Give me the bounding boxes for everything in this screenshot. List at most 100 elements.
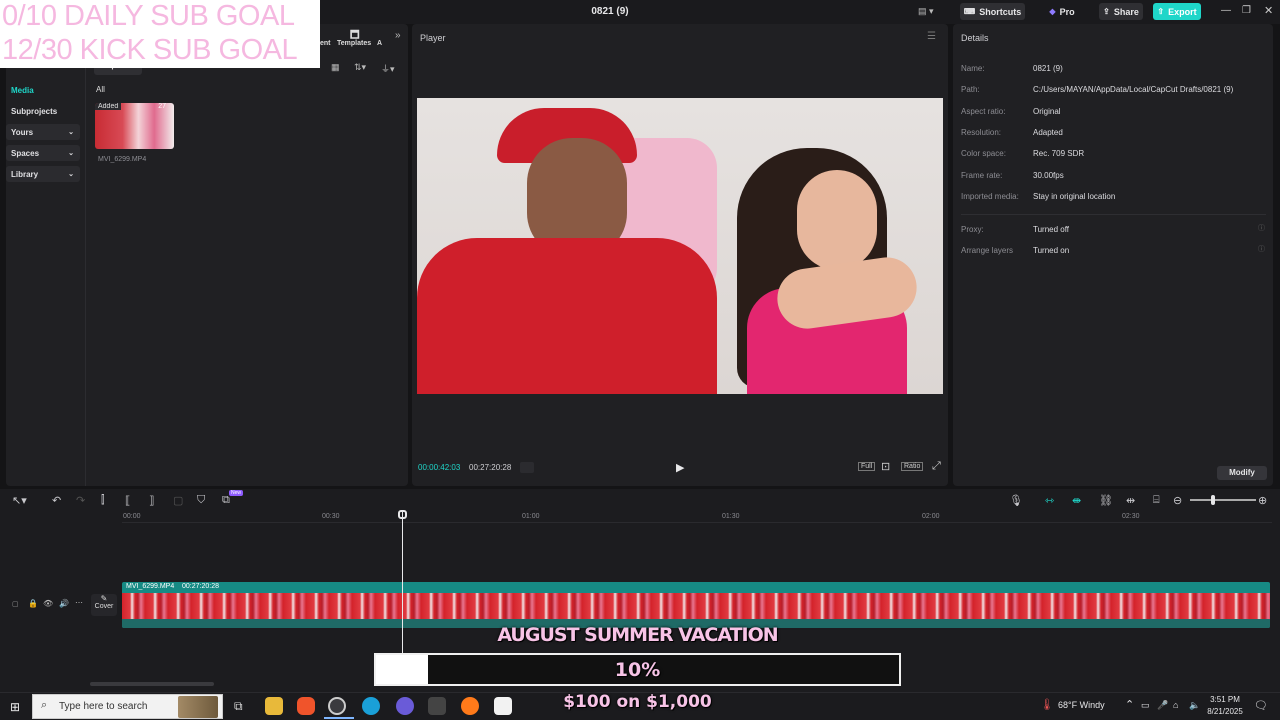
select-tool-icon[interactable]: ↖▾ [12,494,27,507]
nav-subprojects[interactable]: Subprojects [6,103,80,119]
detail-key: Frame rate: [961,171,1003,180]
magnet-icon[interactable]: ⇿ [1045,494,1054,507]
split-right-icon[interactable]: ⟧ [149,494,154,507]
export-label: Export [1168,6,1197,17]
clock-date[interactable]: 8/21/2025 [1202,707,1248,716]
tab-templates[interactable]: Templates [337,40,371,47]
fullscreen-icon[interactable]: ⤢ [932,460,941,473]
volume-icon[interactable]: 🔈 [1189,700,1200,711]
collapse-icon[interactable]: » [395,30,401,41]
split-left-icon[interactable]: ⟦ [125,494,130,507]
layout-icon[interactable]: ▤ ▾ [918,6,938,18]
close-icon[interactable]: ✕ [1264,4,1273,17]
share-button[interactable]: ⇪ Share [1099,3,1143,20]
sort-icon[interactable]: ⇅▾ [354,62,366,73]
zoom-in-icon[interactable]: ⊕ [1258,494,1267,507]
detail-key: Arrange layers [961,246,1014,255]
detail-row-aspect: Aspect ratio: Original [961,107,1061,116]
marker-icon[interactable]: ⛉ [197,494,205,507]
app-icon[interactable] [428,697,446,715]
notification-icon[interactable]: 🗨 [1254,699,1268,712]
redo-icon[interactable]: ↷ [76,494,85,507]
battery-icon[interactable]: ▭ [1141,700,1150,711]
obs-icon[interactable] [328,697,346,715]
weather-text[interactable]: 68°F Windy [1058,700,1105,710]
export-button[interactable]: ⇧ Export [1153,3,1201,20]
detail-key: Imported media: [961,192,1019,201]
cover-button[interactable]: ✎ Cover [91,594,117,616]
audio-icon[interactable]: 🔊 [59,599,69,608]
linkage-icon[interactable]: ⇼ [1072,494,1081,507]
zoom-slider[interactable] [1190,495,1256,505]
taskbar-search[interactable]: ⌕ Type here to search [32,694,223,719]
modify-label: Modify [1229,468,1255,477]
timecode-toggle-icon[interactable] [520,462,534,473]
tab-a[interactable]: A [377,40,382,47]
snap-icon[interactable]: ⇹ [1126,494,1135,507]
tab-ent[interactable]: ent [320,40,331,47]
microphone-icon[interactable]: 🎙 [1009,494,1023,507]
delete-icon[interactable]: ▢ [173,494,183,507]
weather-icon[interactable]: 🌡 [1040,698,1054,711]
detail-key: Color space: [961,149,1006,158]
link-icon[interactable]: ⛓ [1099,494,1113,507]
edge-icon[interactable] [362,697,380,715]
microphone-icon[interactable]: 🎤 [1157,700,1168,711]
task-view-icon[interactable]: ⧉ [234,699,243,714]
snapshot-icon[interactable]: ⊡ [881,460,890,473]
goal-overlay: 0/10 DAILY SUB GOAL 12/30 KICK SUB GOAL [0,0,320,68]
nav-spaces[interactable]: Spaces ⌄ [6,145,80,161]
ratio-button[interactable]: Ratio [901,462,924,471]
grid-view-icon[interactable]: ▦ [331,62,340,73]
eye-icon[interactable]: 👁 [43,599,53,608]
chevron-up-icon[interactable]: ⌃ [1125,698,1134,711]
track-mode-icon[interactable]: ▢ [12,600,19,608]
horizontal-scrollbar[interactable] [90,682,214,686]
detail-row-proxy: Proxy: Turned off [961,225,1069,234]
brave-icon[interactable] [297,697,315,715]
detail-key: Proxy: [961,225,984,234]
file-explorer-icon[interactable] [265,697,283,715]
filter-icon[interactable]: ⏚▾ [381,62,395,75]
menu-icon[interactable]: ☰ [927,31,936,42]
nav-yours[interactable]: Yours ⌄ [6,124,80,140]
pro-button[interactable]: ◆ Pro [1044,3,1080,20]
capcut-icon[interactable] [494,697,512,715]
detail-value: Turned off [1033,225,1070,234]
captions-icon[interactable]: ⧉ [222,494,230,507]
zoom-out-icon[interactable]: ⊖ [1173,494,1182,507]
kick-sub-goal: 12/30 KICK SUB GOAL [2,34,298,66]
info-icon[interactable]: ⓘ [1258,223,1265,233]
cover-label: Cover [94,603,114,610]
windows-start-icon[interactable]: ⊞ [10,700,20,714]
playhead-handle[interactable] [398,510,407,519]
video-clip[interactable]: MVI_6299.MP4 00:27:20:28 [122,582,1270,628]
modify-button[interactable]: Modify [1217,466,1267,480]
more-icon[interactable]: ⋯ [75,598,83,607]
nav-media[interactable]: Media [6,82,80,98]
nav-subprojects-label: Subprojects [11,106,58,116]
banner-title: AUGUST SUMMER VACATION [497,624,778,646]
app-icon[interactable] [396,697,414,715]
info-icon[interactable]: ⓘ [1258,244,1265,254]
play-icon[interactable]: ▶ [676,461,684,474]
shortcuts-button[interactable]: ⌨ Shortcuts [960,3,1025,20]
minimize-icon[interactable]: — [1221,5,1231,16]
undo-icon[interactable]: ↶ [52,494,61,507]
split-icon[interactable]: ⫿ [101,494,105,507]
playhead[interactable] [402,512,403,654]
face [797,170,877,270]
timeline-ruler [122,511,1272,523]
nav-library[interactable]: Library ⌄ [6,166,80,182]
full-quality-button[interactable]: Full [858,462,876,471]
media-thumbnail[interactable]: Added 27 [95,103,174,149]
network-icon[interactable]: ⌂ [1173,700,1178,710]
preview-axis-icon[interactable]: ⌸ [1153,494,1160,507]
zoom-slider-handle[interactable] [1211,495,1215,505]
lock-icon[interactable]: 🔒 [28,599,38,608]
firefox-icon[interactable] [461,697,479,715]
restore-icon[interactable]: ❐ [1242,5,1251,16]
clock-time[interactable]: 3:51 PM [1208,695,1242,704]
track-header: ▢ 🔒 👁 🔊 ⋯ [0,582,88,628]
filter-all[interactable]: All [96,85,105,94]
